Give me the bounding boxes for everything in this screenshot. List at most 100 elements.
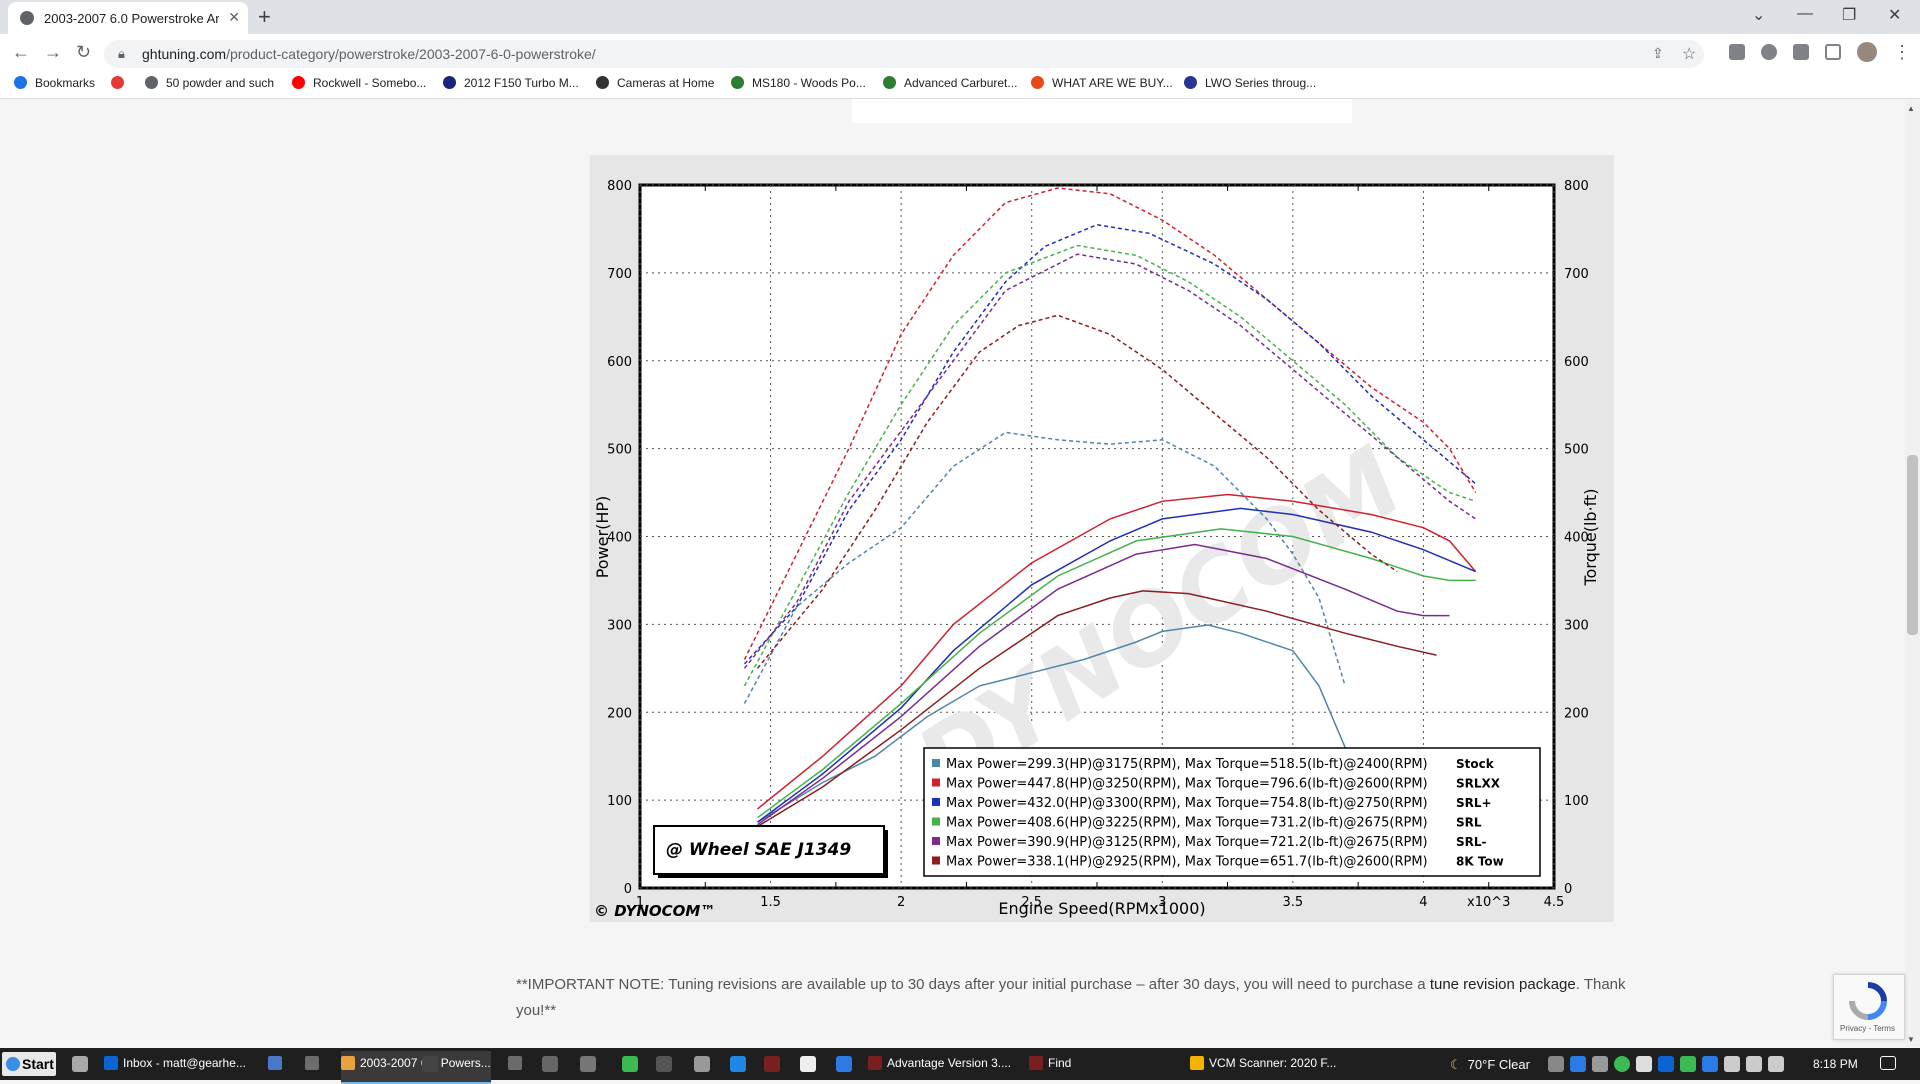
pinned-app-icon[interactable]	[622, 1056, 638, 1072]
y-tick-label-left: 800	[607, 179, 632, 194]
x-axis-label: Engine Speed(RPMx1000)	[998, 899, 1205, 918]
tune-revision-link[interactable]: tune revision package	[1430, 976, 1576, 993]
forward-icon[interactable]: →	[44, 42, 62, 63]
bookmark-label: Advanced Carburet...	[904, 76, 1018, 90]
legend-tag: SRL	[1456, 816, 1482, 830]
important-note: **IMPORTANT NOTE: Tuning revisions are a…	[516, 972, 1666, 1024]
y-tick-label-right: 600	[1564, 355, 1589, 370]
app-icon	[1190, 1056, 1204, 1070]
tab-search-icon[interactable]: ⌄	[1752, 5, 1765, 25]
clock[interactable]: 8:18 PM	[1813, 1057, 1858, 1071]
scrollbar-thumb[interactable]	[1907, 455, 1918, 635]
recaptcha-badge[interactable]: Privacy - Terms	[1833, 974, 1905, 1040]
extension-icon[interactable]	[1761, 44, 1777, 60]
y-tick-label-right: 700	[1564, 267, 1589, 282]
browser-tab[interactable]: 2003-2007 6.0 Powerstroke Arch ✕	[8, 2, 248, 34]
y-axis-label-left: Power(HP)	[593, 496, 612, 579]
tray-icon[interactable]	[1680, 1056, 1696, 1072]
legend-tag: SRL-	[1456, 835, 1487, 849]
taskbar-item[interactable]	[508, 1051, 536, 1082]
bookmark-label: Bookmarks	[35, 76, 96, 90]
extension-icon[interactable]	[1729, 44, 1745, 60]
reload-icon[interactable]: ↻	[76, 42, 91, 63]
y-tick-label-right: 300	[1564, 618, 1589, 633]
network-icon[interactable]	[1746, 1056, 1762, 1072]
bookmark-item[interactable]: Cameras at Home	[596, 76, 714, 90]
pinned-app-icon[interactable]	[730, 1056, 746, 1072]
tray-icon[interactable]	[1592, 1056, 1608, 1072]
tray-icon[interactable]	[1548, 1056, 1564, 1072]
share-icon[interactable]: ⇪	[1652, 45, 1664, 62]
taskbar-item[interactable]	[268, 1051, 296, 1082]
new-tab-button[interactable]: +	[258, 4, 271, 30]
pinned-app-icon[interactable]	[542, 1056, 558, 1072]
bookmark-label: 50 powder and such	[166, 76, 275, 90]
address-bar[interactable]: 🔒︎ ghtuning.com/product-category/powerst…	[104, 40, 1704, 68]
pinned-app-icon[interactable]	[800, 1056, 816, 1072]
taskbar-item[interactable]: 2003-2007 6.0 Powers...	[341, 1051, 491, 1084]
bookmark-item[interactable]: WHAT ARE WE BUY...	[1031, 76, 1173, 90]
x-tick-label: 3.5	[1283, 895, 1304, 910]
bookmark-item[interactable]: MS180 - Woods Po...	[731, 76, 866, 90]
recaptcha-links[interactable]: Privacy - Terms	[1840, 1024, 1895, 1033]
bookmark-item[interactable]: LWO Series throug...	[1184, 76, 1316, 90]
minimize-button[interactable]: —	[1797, 5, 1813, 23]
pinned-app-icon[interactable]	[422, 1056, 438, 1072]
legend-swatch	[932, 856, 940, 865]
side-panel-icon[interactable]	[1825, 44, 1841, 60]
youtube-icon	[292, 76, 305, 89]
legend-tag: Stock	[1456, 757, 1495, 771]
bookmark-item[interactable]: Rockwell - Somebo...	[292, 76, 426, 90]
pinned-app-icon[interactable]	[72, 1056, 88, 1072]
taskbar-label: Advantage Version 3....	[887, 1056, 1012, 1070]
volume-icon[interactable]	[1768, 1056, 1784, 1072]
legend-entry: Max Power=338.1(HP)@2925(RPM), Max Torqu…	[946, 855, 1428, 870]
bookmark-label: Cameras at Home	[617, 76, 715, 90]
pinned-app-icon[interactable]	[656, 1056, 672, 1072]
scroll-up-icon[interactable]: ▲	[1907, 104, 1915, 113]
bookmark-item[interactable]	[111, 76, 132, 90]
y-tick-label-left: 0	[624, 882, 632, 897]
taskbar-item[interactable]	[305, 1051, 333, 1082]
bookmark-item[interactable]: 2012 F150 Turbo M...	[443, 76, 579, 90]
puzzle-icon[interactable]	[1793, 44, 1809, 60]
close-tab-icon[interactable]: ✕	[228, 9, 240, 26]
taskbar-item[interactable]: Inbox - matt@gearhe...	[104, 1051, 254, 1082]
annotation-text: @ Wheel SAE J1349	[666, 840, 851, 860]
restore-button[interactable]: ❐	[1842, 5, 1856, 25]
bookmark-star-icon[interactable]: ☆	[1682, 44, 1696, 64]
scroll-down-icon[interactable]: ▼	[1907, 1035, 1915, 1044]
taskbar-item[interactable]: VCM Scanner: 2020 F...	[1190, 1051, 1340, 1082]
bookmark-label: LWO Series throug...	[1205, 76, 1317, 90]
close-window-button[interactable]: ✕	[1888, 5, 1901, 25]
taskbar-item[interactable]: Find	[1029, 1051, 1109, 1082]
bookmark-item[interactable]: Advanced Carburet...	[883, 76, 1017, 90]
bookmark-item[interactable]: Bookmarks	[14, 76, 95, 90]
tray-icon[interactable]	[1570, 1056, 1586, 1072]
bluetooth-icon[interactable]	[1702, 1056, 1718, 1072]
pinned-app-icon[interactable]	[580, 1056, 596, 1072]
notifications-icon[interactable]	[1880, 1056, 1896, 1070]
dyno-chart-svg: DYNOCOM 1 1.5 2 2.5 3 3.5 4 4.50 0100 100200 20030…	[593, 179, 1600, 920]
tree-icon	[731, 76, 744, 89]
y-tick-label-left: 600	[607, 355, 632, 370]
tray-icon[interactable]	[1614, 1056, 1630, 1072]
pinned-app-icon[interactable]	[836, 1056, 852, 1072]
y-tick-label-right: 500	[1564, 443, 1589, 458]
tray-icon[interactable]	[1636, 1056, 1652, 1072]
y-tick-label-left: 700	[607, 267, 632, 282]
pinned-app-icon[interactable]	[694, 1056, 710, 1072]
legend-swatch	[932, 837, 940, 845]
profile-avatar[interactable]	[1857, 42, 1877, 62]
battery-icon[interactable]	[1724, 1056, 1740, 1072]
start-button[interactable]: Start	[2, 1052, 56, 1076]
back-icon[interactable]: ←	[12, 42, 30, 63]
legend-swatch	[932, 759, 940, 767]
menu-icon[interactable]: ⋮	[1893, 42, 1911, 63]
taskbar-item[interactable]: Advantage Version 3....	[868, 1051, 1018, 1082]
bookmark-item[interactable]: 50 powder and such	[145, 76, 274, 90]
pinned-app-icon[interactable]	[764, 1056, 780, 1072]
tray-icon[interactable]	[1658, 1056, 1674, 1072]
x-tick-label: 4.5	[1544, 895, 1565, 910]
weather-widget[interactable]: ☾ 70°F Clear	[1450, 1057, 1530, 1073]
